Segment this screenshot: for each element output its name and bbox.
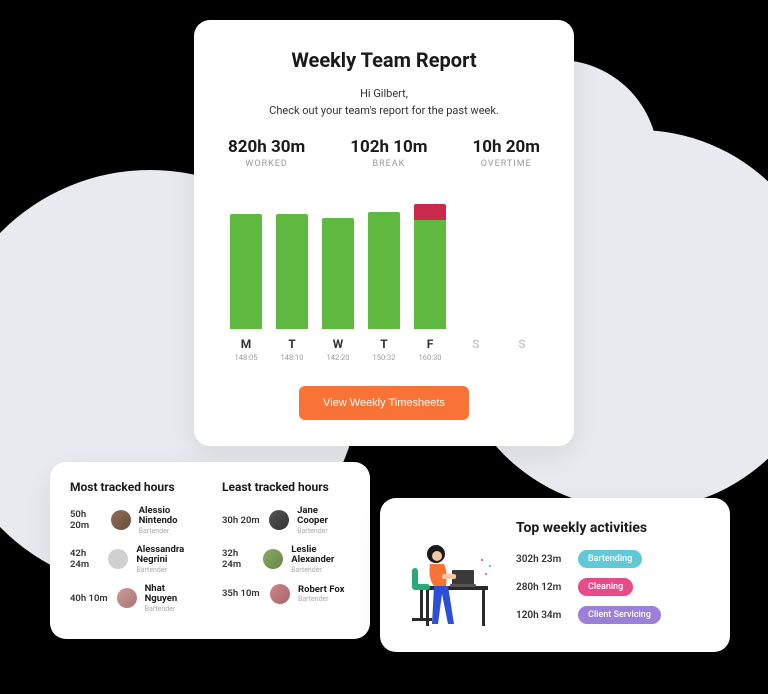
person-name: Robert Fox [298, 585, 344, 595]
avatar [263, 549, 283, 569]
chart-bar [506, 189, 538, 329]
person-role: Bartender [139, 527, 198, 535]
person-at-desk-illustration [404, 524, 504, 634]
activities-title: Top weekly activities [516, 520, 706, 536]
x-axis-label: S [460, 337, 492, 362]
top-activities-card: Top weekly activities 302h 23m Bartending… [380, 498, 730, 652]
person-row: 32h 24m Leslie AlexanderBartender [222, 545, 350, 574]
chart-x-axis: M148:05 T148:10 W142:20 T150:32 F160:30 SS [224, 337, 544, 362]
activity-hours: 280h 12m [516, 582, 568, 593]
avatar [269, 510, 289, 530]
person-row: 40h 10m Nhat NguyenBartender [70, 584, 198, 613]
activity-row: 120h 34m Client Servicing [516, 606, 706, 624]
person-hours: 30h 20m [222, 515, 261, 526]
tracked-hours-card: Most tracked hours 50h 20m Alessio Ninten… [50, 462, 370, 639]
person-role: Bartender [297, 527, 350, 535]
stats-row: 820h 30m WORKED 102h 10m BREAK 10h 20m O… [224, 137, 544, 169]
activity-row: 302h 23m Bartending [516, 550, 706, 568]
x-axis-label: S [506, 337, 538, 362]
avatar [117, 588, 137, 608]
chart-bar [230, 189, 262, 329]
activity-pill: Client Servicing [578, 606, 661, 624]
person-role: Bartender [136, 566, 198, 574]
weekly-bar-chart [224, 189, 544, 329]
activity-hours: 302h 23m [516, 554, 568, 565]
stat-break: 102h 10m BREAK [350, 137, 427, 169]
person-hours: 50h 20m [70, 509, 103, 531]
stat-worked: 820h 30m WORKED [228, 137, 305, 169]
chart-bar [414, 189, 446, 329]
chart-bar [460, 189, 492, 329]
person-row: 30h 20m Jane CooperBartender [222, 506, 350, 535]
x-axis-label: M148:05 [230, 337, 262, 362]
stat-overtime: 10h 20m OVERTIME [473, 137, 541, 169]
most-tracked-title: Most tracked hours [70, 480, 198, 494]
person-role: Bartender [298, 595, 344, 603]
person-name: Jane Cooper [297, 506, 350, 527]
x-axis-label: F160:30 [414, 337, 446, 362]
avatar [111, 510, 131, 530]
activity-pill: Bartending [578, 550, 642, 568]
report-title: Weekly Team Report [224, 48, 544, 72]
person-role: Bartender [145, 605, 198, 613]
chart-bar [322, 189, 354, 329]
person-name: Alessio Nintendo [139, 506, 198, 527]
person-hours: 40h 10m [70, 593, 109, 604]
person-name: Nhat Nguyen [145, 584, 198, 605]
person-name: Alessandra Negrini [136, 545, 198, 566]
person-row: 42h 24m Alessandra NegriniBartender [70, 545, 198, 574]
person-name: Leslie Alexander [291, 545, 350, 566]
view-timesheets-button[interactable]: View Weekly Timesheets [299, 386, 469, 420]
most-tracked-col: Most tracked hours 50h 20m Alessio Ninten… [70, 480, 198, 623]
person-hours: 42h 24m [70, 548, 100, 570]
activity-pill: Cleaning [578, 578, 633, 596]
avatar [270, 584, 290, 604]
activity-hours: 120h 34m [516, 610, 568, 621]
least-tracked-title: Least tracked hours [222, 480, 350, 494]
x-axis-label: W142:20 [322, 337, 354, 362]
chart-bar [368, 189, 400, 329]
x-axis-label: T148:10 [276, 337, 308, 362]
weekly-report-card: Weekly Team Report Hi Gilbert, Check out… [194, 20, 574, 446]
chart-bar [276, 189, 308, 329]
person-hours: 35h 10m [222, 588, 262, 599]
person-row: 50h 20m Alessio NintendoBartender [70, 506, 198, 535]
greeting: Hi Gilbert, Check out your team's report… [224, 86, 544, 119]
avatar [108, 549, 128, 569]
x-axis-label: T150:32 [368, 337, 400, 362]
person-row: 35h 10m Robert FoxBartender [222, 584, 350, 604]
activity-row: 280h 12m Cleaning [516, 578, 706, 596]
person-hours: 32h 24m [222, 548, 255, 570]
least-tracked-col: Least tracked hours 30h 20mJane CooperBa… [222, 480, 350, 623]
person-role: Bartender [291, 566, 350, 574]
